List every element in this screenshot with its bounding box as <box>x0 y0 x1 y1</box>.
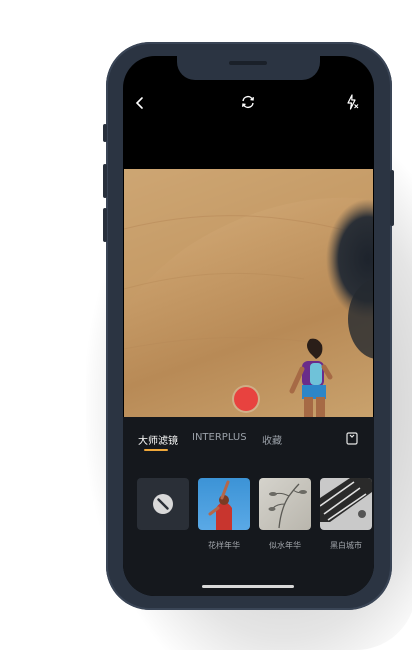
phone-screen: 大师滤镜 INTERPLUS 收藏 花样年华 似水年华 黑白城市 <box>123 56 374 596</box>
filter-label: 黑白城市 <box>330 541 362 550</box>
chevron-left-icon[interactable] <box>135 95 145 114</box>
camera-top-bar <box>123 90 374 116</box>
runner-figure <box>289 338 333 417</box>
rotate-camera-icon[interactable] <box>240 94 256 114</box>
filter-panel: 大师滤镜 INTERPLUS 收藏 花样年华 似水年华 黑白城市 <box>123 417 374 596</box>
tab-favorites[interactable]: 收藏 <box>262 432 282 447</box>
speaker-grille <box>229 61 267 65</box>
notch <box>177 56 320 80</box>
filter-thumb-1[interactable] <box>198 478 250 530</box>
side-button-mute <box>103 124 107 142</box>
no-filter-icon <box>152 493 174 519</box>
side-button-volume-up <box>103 164 107 198</box>
shutter-button[interactable] <box>234 387 258 411</box>
filter-label: 似水年华 <box>269 541 301 550</box>
filter-label: 花样年华 <box>208 541 240 550</box>
side-button-volume-down <box>103 208 107 242</box>
filter-thumb-2[interactable] <box>259 478 311 530</box>
tab-active-indicator <box>144 449 168 451</box>
side-button-power <box>390 170 394 226</box>
filter-none[interactable] <box>137 478 189 530</box>
bookmark-icon[interactable] <box>346 430 358 449</box>
filter-thumb-3[interactable] <box>320 478 372 530</box>
tab-master-filters[interactable]: 大师滤镜 <box>138 432 178 447</box>
tab-interplus[interactable]: INTERPLUS <box>192 432 247 443</box>
flash-off-icon[interactable] <box>345 94 359 114</box>
camera-viewfinder[interactable] <box>124 169 373 417</box>
home-indicator[interactable] <box>202 585 294 588</box>
